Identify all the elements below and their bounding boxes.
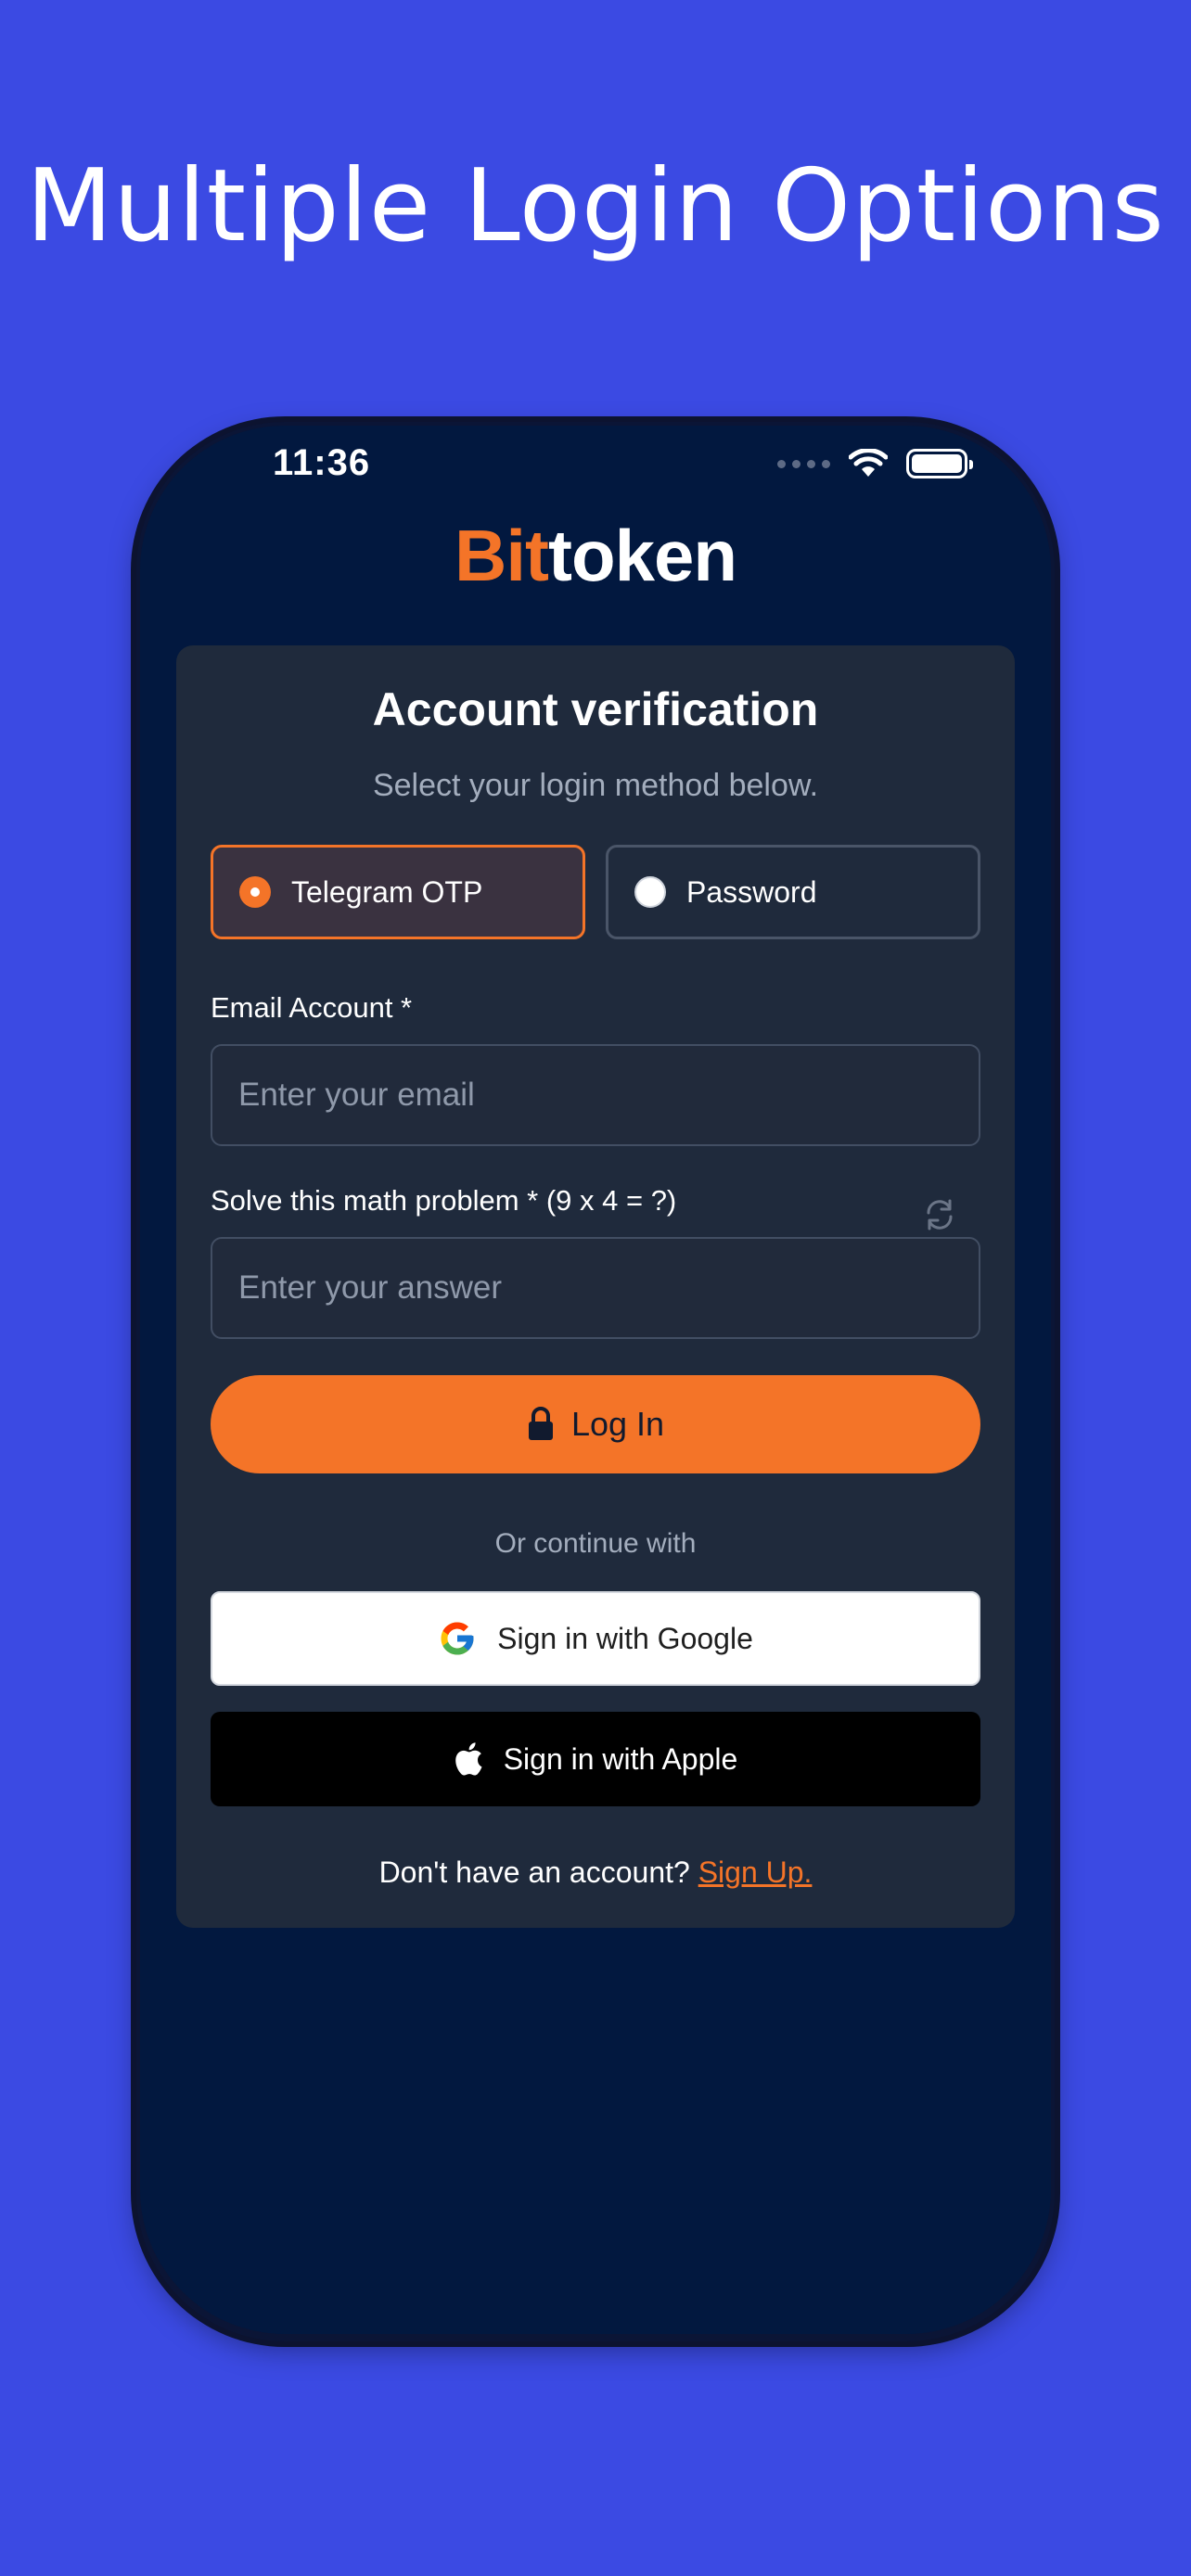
option-telegram-otp-label: Telegram OTP	[291, 874, 483, 909]
math-problem-label: Solve this math problem * (9 x 4 = ?)	[211, 1184, 677, 1217]
verification-card: Account verification Select your login m…	[176, 645, 1015, 1928]
status-icons	[777, 449, 973, 478]
option-password-label: Password	[686, 874, 817, 909]
radio-selected-icon	[239, 876, 271, 908]
divider-text: Or continue with	[494, 1528, 697, 1559]
login-button-label: Log In	[570, 1405, 665, 1443]
signal-dots-icon	[777, 459, 830, 468]
lock-icon	[528, 1407, 553, 1440]
signup-prompt: Don't have an account?	[378, 1855, 690, 1889]
wifi-icon	[849, 449, 888, 477]
google-signin-label: Sign in with Google	[497, 1621, 753, 1655]
signup-row: Don't have an account? Sign Up.	[176, 1855, 1015, 1890]
email-input[interactable]	[211, 1044, 980, 1146]
option-password[interactable]: Password	[606, 845, 980, 939]
login-button[interactable]: Log In	[211, 1375, 980, 1473]
radio-unselected-icon	[634, 876, 666, 908]
google-signin-button[interactable]: Sign in with Google	[211, 1591, 980, 1686]
promo-headline: Multiple Login Options	[26, 148, 1165, 264]
refresh-icon[interactable]	[921, 1196, 958, 1233]
brand-logo-part1: Bit	[454, 515, 549, 596]
phone-screen: 11:36 Bittoken Account verification Sele…	[140, 426, 1051, 2334]
google-icon	[441, 1622, 474, 1655]
apple-signin-button[interactable]: Sign in with Apple	[211, 1712, 980, 1806]
brand-logo-part2: token	[547, 515, 737, 596]
email-label: Email Account *	[211, 991, 413, 1024]
phone-frame: 11:36 Bittoken Account verification Sele…	[136, 422, 1055, 2341]
answer-input[interactable]	[211, 1237, 980, 1339]
option-telegram-otp[interactable]: Telegram OTP	[211, 845, 585, 939]
card-title: Account verification	[372, 683, 819, 735]
apple-signin-label: Sign in with Apple	[503, 1741, 738, 1776]
signup-link[interactable]: Sign Up.	[698, 1855, 813, 1889]
apple-icon	[455, 1742, 482, 1776]
battery-icon	[906, 449, 973, 478]
card-subtitle: Select your login method below.	[372, 768, 819, 803]
brand-logo: Bittoken	[140, 514, 1051, 598]
status-time: 11:36	[273, 442, 371, 483]
